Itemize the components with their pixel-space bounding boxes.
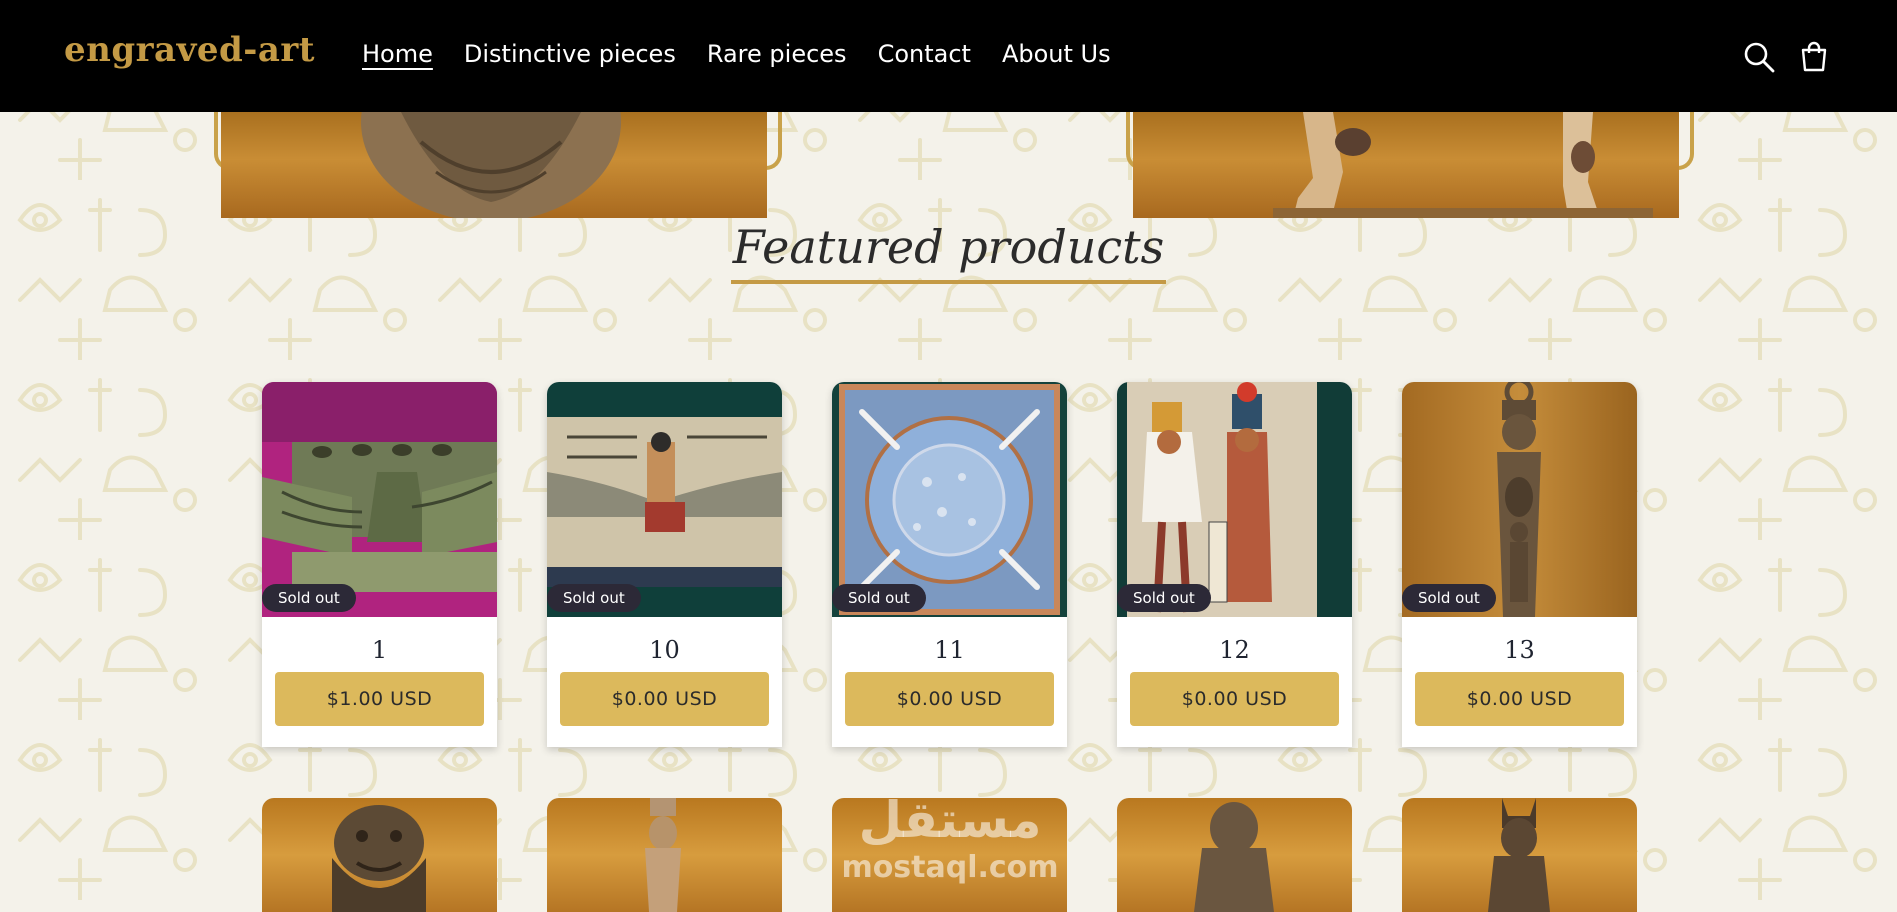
product-title[interactable]: 1 (262, 636, 497, 664)
product-card-partial[interactable] (262, 798, 497, 912)
nav-about-us[interactable]: About Us (1002, 40, 1111, 68)
product-image[interactable] (547, 798, 782, 912)
product-image[interactable] (832, 382, 1067, 617)
sold-out-badge: Sold out (1402, 584, 1496, 612)
hero-image-right (1133, 112, 1679, 218)
site-header: engraved-art Home Distinctive pieces Rar… (0, 0, 1897, 112)
product-card[interactable]: Sold out 12 $0.00 USD (1117, 382, 1352, 747)
product-title[interactable]: 12 (1117, 636, 1352, 664)
product-image[interactable] (1117, 798, 1352, 912)
product-card[interactable]: Sold out 13 $0.00 USD (1402, 382, 1637, 747)
product-image[interactable] (262, 382, 497, 617)
product-image[interactable] (1402, 382, 1637, 617)
price-button[interactable]: $0.00 USD (845, 672, 1054, 726)
product-image[interactable] (547, 382, 782, 617)
featured-heading: Featured products (730, 220, 1167, 284)
product-card-partial[interactable] (1402, 798, 1637, 912)
sold-out-badge: Sold out (547, 584, 641, 612)
nav-distinctive-pieces[interactable]: Distinctive pieces (464, 40, 676, 68)
main-nav: Home Distinctive pieces Rare pieces Cont… (362, 40, 1111, 68)
nav-contact[interactable]: Contact (878, 40, 971, 68)
sold-out-badge: Sold out (262, 584, 356, 612)
watermark-latin: mostaql.com (841, 850, 1059, 885)
cart-icon[interactable] (1797, 40, 1831, 74)
watermark: مستقل mostaql.com (830, 790, 1070, 900)
site-logo[interactable]: engraved-art (64, 30, 315, 70)
product-title[interactable]: 11 (832, 636, 1067, 664)
price-button[interactable]: $0.00 USD (560, 672, 769, 726)
price-button[interactable]: $0.00 USD (1415, 672, 1624, 726)
search-icon[interactable] (1742, 40, 1776, 74)
hero-image-left (221, 112, 767, 218)
product-card-partial[interactable] (1117, 798, 1352, 912)
product-card[interactable]: Sold out 10 $0.00 USD (547, 382, 782, 747)
price-button[interactable]: $0.00 USD (1130, 672, 1339, 726)
watermark-arabic: مستقل (858, 791, 1042, 849)
nav-rare-pieces[interactable]: Rare pieces (707, 40, 847, 68)
product-image[interactable] (1117, 382, 1352, 617)
featured-heading-wrap: Featured products (0, 220, 1897, 284)
price-button[interactable]: $1.00 USD (275, 672, 484, 726)
product-title[interactable]: 13 (1402, 636, 1637, 664)
product-card[interactable]: Sold out 11 $0.00 USD (832, 382, 1067, 747)
sold-out-badge: Sold out (1117, 584, 1211, 612)
nav-home[interactable]: Home (362, 40, 433, 68)
product-title[interactable]: 10 (547, 636, 782, 664)
product-image[interactable] (1402, 798, 1637, 912)
product-card[interactable]: Sold out 1 $1.00 USD (262, 382, 497, 747)
product-image[interactable] (262, 798, 497, 912)
sold-out-badge: Sold out (832, 584, 926, 612)
product-card-partial[interactable] (547, 798, 782, 912)
